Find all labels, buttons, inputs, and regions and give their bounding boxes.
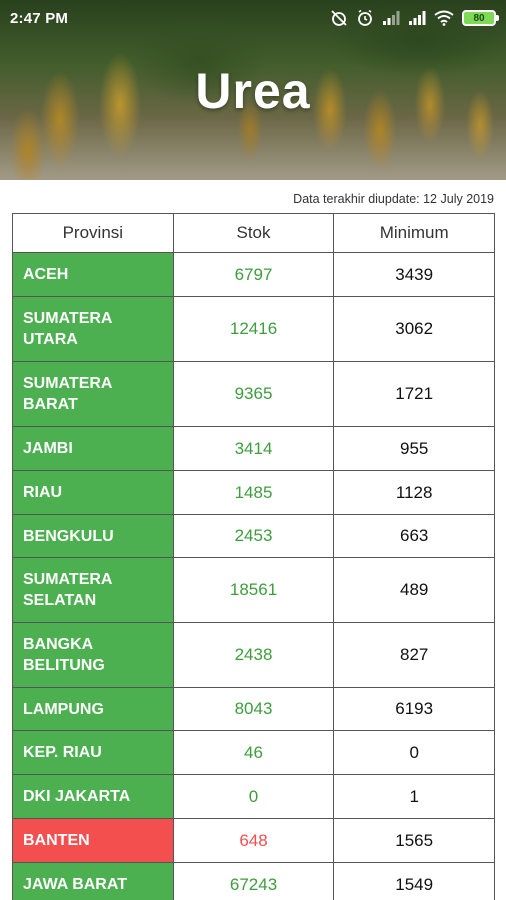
table-row[interactable]: JAWA BARAT 67243 1549	[13, 863, 495, 900]
cell-signal-icon	[382, 10, 400, 26]
minimum-cell: 827	[334, 623, 495, 688]
province-cell: RIAU	[13, 471, 174, 515]
minimum-cell: 955	[334, 427, 495, 471]
column-header-province: Provinsi	[13, 214, 174, 253]
battery-level: 80	[473, 12, 485, 24]
province-cell: JAWA BARAT	[13, 863, 174, 900]
table-row[interactable]: BANTEN 648 1565	[13, 819, 495, 863]
stock-table: Provinsi Stok Minimum ACEH 6797 3439 SUM…	[12, 213, 496, 900]
alarm-clock-icon	[356, 9, 374, 27]
minimum-cell: 0	[334, 731, 495, 775]
stock-cell: 3414	[173, 427, 335, 471]
table-row[interactable]: SUMATERA UTARA 12416 3062	[13, 297, 495, 362]
stock-cell: 46	[173, 731, 335, 775]
province-cell: BANTEN	[13, 819, 174, 863]
province-cell: BENGKULU	[13, 515, 174, 558]
last-update-text: Data terakhir diupdate: 12 July 2019	[293, 192, 494, 206]
status-time: 2:47 PM	[10, 9, 69, 27]
status-bar: 2:47 PM 80	[0, 0, 506, 36]
stock-cell: 0	[173, 775, 335, 819]
wifi-icon	[434, 10, 454, 26]
stock-cell: 648	[173, 819, 335, 863]
stock-cell: 18561	[173, 558, 335, 623]
table-row[interactable]: SUMATERA SELATAN 18561 489	[13, 558, 495, 623]
province-cell: ACEH	[13, 253, 174, 297]
minimum-cell: 1128	[334, 471, 495, 515]
minimum-cell: 6193	[334, 688, 495, 731]
province-cell: JAMBI	[13, 427, 174, 471]
minimum-cell: 1549	[334, 863, 495, 900]
minimum-cell: 3062	[334, 297, 495, 362]
province-cell: DKI JAKARTA	[13, 775, 174, 819]
battery-icon: 80	[462, 10, 499, 26]
province-cell: SUMATERA BARAT	[13, 362, 174, 427]
status-icons: 80	[330, 9, 499, 27]
province-cell: BANGKA BELITUNG	[13, 623, 174, 688]
province-cell: SUMATERA UTARA	[13, 297, 174, 362]
column-header-minimum: Minimum	[334, 214, 496, 253]
cell-signal-icon	[408, 10, 426, 26]
table-row[interactable]: JAMBI 3414 955	[13, 427, 495, 471]
alarm-off-icon	[330, 9, 348, 27]
stock-cell: 6797	[173, 253, 335, 297]
province-cell: LAMPUNG	[13, 688, 174, 731]
stock-cell: 2453	[173, 515, 335, 558]
minimum-cell: 663	[334, 515, 495, 558]
table-row[interactable]: KEP. RIAU 46 0	[13, 731, 495, 775]
table-row[interactable]: DKI JAKARTA 0 1	[13, 775, 495, 819]
column-header-stock: Stok	[173, 214, 335, 253]
table-row[interactable]: BANGKA BELITUNG 2438 827	[13, 623, 495, 688]
minimum-cell: 1	[334, 775, 495, 819]
table-row[interactable]: ACEH 6797 3439	[13, 253, 495, 297]
table-row[interactable]: SUMATERA BARAT 9365 1721	[13, 362, 495, 427]
minimum-cell: 1565	[334, 819, 495, 863]
table-row[interactable]: RIAU 1485 1128	[13, 471, 495, 515]
minimum-cell: 489	[334, 558, 495, 623]
stock-cell: 67243	[174, 863, 335, 900]
province-cell: SUMATERA SELATAN	[13, 558, 174, 623]
province-cell: KEP. RIAU	[13, 731, 174, 775]
minimum-cell: 3439	[334, 253, 495, 297]
header-banner: 2:47 PM 80 Urea	[0, 0, 506, 180]
stock-cell: 9365	[173, 362, 335, 427]
table-row[interactable]: LAMPUNG 8043 6193	[13, 688, 495, 731]
stock-cell: 12416	[173, 297, 335, 362]
table-header-row: Provinsi Stok Minimum	[13, 214, 496, 253]
table-row[interactable]: BENGKULU 2453 663	[13, 515, 495, 558]
page-title: Urea	[195, 63, 311, 119]
minimum-cell: 1721	[334, 362, 495, 427]
stock-cell: 8043	[173, 688, 335, 731]
stock-cell: 2438	[173, 623, 335, 688]
stock-cell: 1485	[173, 471, 335, 515]
